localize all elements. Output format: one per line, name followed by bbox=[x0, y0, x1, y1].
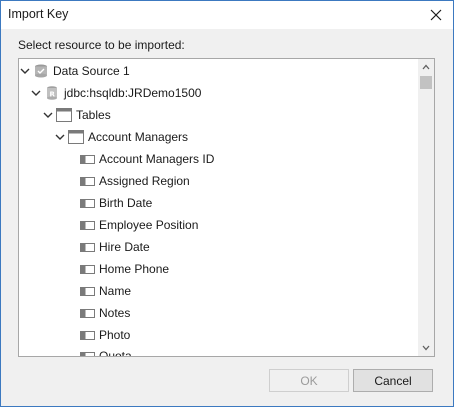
tree-node-column[interactable]: Account Managers ID bbox=[80, 148, 214, 170]
tree-node-label: Assigned Region bbox=[99, 174, 190, 188]
tree-node-label: Hire Date bbox=[99, 240, 150, 254]
tree-node-label: Account Managers bbox=[88, 130, 189, 144]
tree-node-label: Account Managers ID bbox=[99, 152, 215, 166]
column-icon bbox=[80, 351, 95, 356]
tree-node-column[interactable]: Home Phone bbox=[80, 258, 169, 280]
tree-node-label: Photo bbox=[99, 328, 131, 342]
column-icon bbox=[80, 286, 95, 296]
dialog-title: Import Key bbox=[8, 7, 69, 21]
column-icon bbox=[80, 330, 95, 340]
tree-node-label: Home Phone bbox=[99, 262, 170, 276]
tree-node-connection[interactable]: R jdbc:hsqldb:JRDemo1500 bbox=[31, 82, 201, 104]
tree-node-column[interactable]: Birth Date bbox=[80, 192, 152, 214]
tree-node-label: Name bbox=[99, 284, 132, 298]
cancel-button[interactable]: Cancel bbox=[353, 369, 433, 392]
column-icon bbox=[80, 220, 95, 230]
scrollbar-thumb[interactable] bbox=[420, 76, 432, 89]
chevron-up-icon bbox=[422, 64, 430, 70]
ok-button[interactable]: OK bbox=[269, 369, 349, 392]
tree-node-column[interactable]: Assigned Region bbox=[80, 170, 190, 192]
close-button[interactable] bbox=[419, 1, 453, 29]
tree-node-column[interactable]: Employee Position bbox=[80, 214, 198, 236]
column-icon bbox=[80, 242, 95, 252]
title-bar: Import Key bbox=[1, 1, 453, 29]
tree-node-column[interactable]: Hire Date bbox=[80, 236, 150, 258]
folder-table-icon bbox=[56, 108, 72, 122]
chevron-down-icon[interactable] bbox=[31, 88, 41, 98]
column-icon bbox=[80, 154, 95, 164]
tree-node-label: Data Source 1 bbox=[53, 64, 130, 78]
database-icon bbox=[35, 64, 47, 78]
tree-node-label: Quota bbox=[99, 349, 132, 357]
tree-node-column[interactable]: Notes bbox=[80, 302, 130, 324]
svg-text:R: R bbox=[50, 91, 56, 99]
column-icon bbox=[80, 176, 95, 186]
tree-node-column[interactable]: Name bbox=[80, 280, 131, 302]
tree-node-datasource[interactable]: Data Source 1 bbox=[20, 60, 130, 82]
table-icon bbox=[68, 130, 84, 144]
close-icon bbox=[430, 9, 442, 21]
tree-node-label: Tables bbox=[76, 108, 111, 122]
scroll-up-button[interactable] bbox=[418, 59, 434, 75]
connection-database-icon: R bbox=[47, 86, 57, 100]
select-resource-label: Select resource to be imported: bbox=[18, 38, 185, 52]
column-icon bbox=[80, 198, 95, 208]
chevron-down-icon[interactable] bbox=[55, 132, 65, 142]
scroll-down-button[interactable] bbox=[418, 340, 434, 356]
tree-node-tables[interactable]: Tables bbox=[43, 104, 111, 126]
chevron-down-icon[interactable] bbox=[20, 66, 30, 76]
column-icon bbox=[80, 308, 95, 318]
column-icon bbox=[80, 264, 95, 274]
vertical-scrollbar[interactable] bbox=[418, 59, 434, 356]
tree-node-label: jdbc:hsqldb:JRDemo1500 bbox=[64, 86, 202, 100]
import-key-dialog: Import Key Select resource to be importe… bbox=[0, 0, 454, 407]
tree-node-label: Notes bbox=[99, 306, 131, 320]
chevron-down-icon bbox=[422, 345, 430, 351]
tree-node-label: Birth Date bbox=[99, 196, 153, 210]
tree-node-table[interactable]: Account Managers bbox=[55, 126, 188, 148]
tree-node-column[interactable]: Photo bbox=[80, 324, 130, 346]
tree-node-column[interactable]: Quota bbox=[80, 345, 132, 357]
tree-node-label: Employee Position bbox=[99, 218, 199, 232]
chevron-down-icon[interactable] bbox=[43, 110, 53, 120]
resource-tree[interactable]: Data Source 1 R jdbc:hsqldb:JRDemo1500 T… bbox=[18, 58, 435, 357]
